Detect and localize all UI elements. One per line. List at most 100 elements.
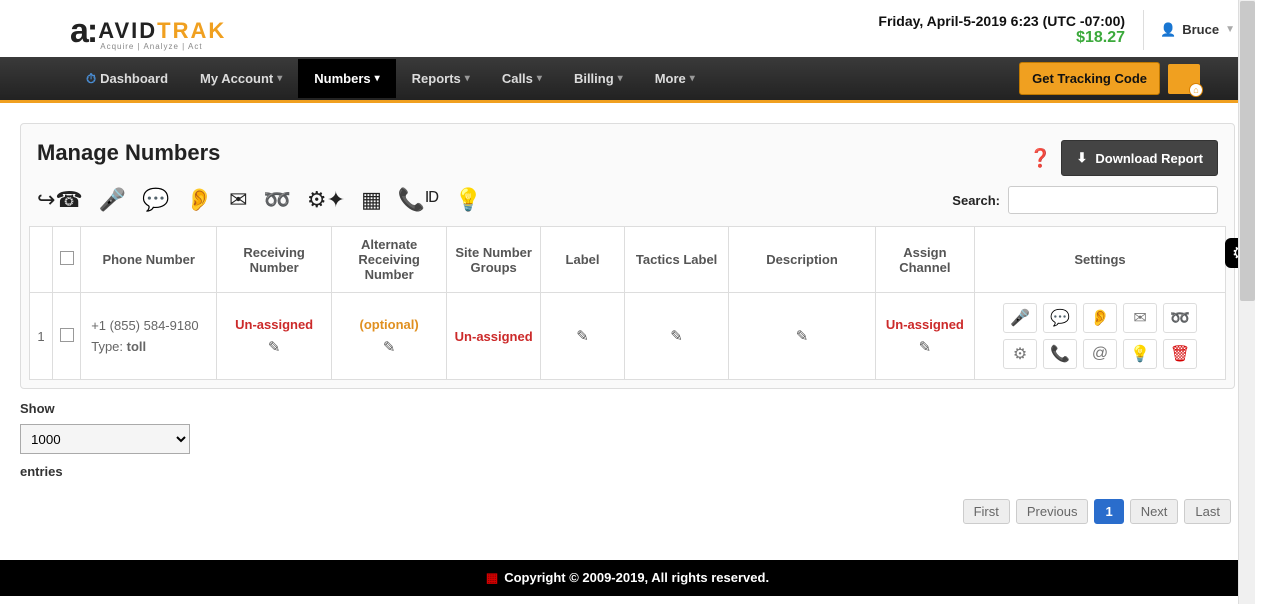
setting-envelope[interactable]: ✉ [1123, 303, 1157, 333]
toolbar: ↪☎ 🎤 💬 👂 ✉ ➿ ⚙✦ ▦ 📞ᴵᴰ 💡 [37, 187, 482, 213]
chevron-down-icon: ▾ [690, 73, 695, 84]
th-assign-channel[interactable]: Assign Channel [875, 227, 974, 293]
th-alternate[interactable]: Alternate Receiving Number [332, 227, 447, 293]
chat-icon[interactable]: 💬 [142, 187, 169, 213]
nav-label: My Account [200, 71, 273, 86]
row-checkbox[interactable] [60, 328, 74, 342]
cell-alternate[interactable]: (optional) ✎ [332, 293, 447, 380]
dashboard-icon: ⏱ [86, 71, 96, 87]
nav-label: Calls [502, 71, 533, 86]
help-icon[interactable]: ❓ [1029, 148, 1051, 169]
chevron-down-icon: ▾ [618, 73, 623, 84]
setting-chat[interactable]: 💬 [1043, 303, 1077, 333]
microphone-icon[interactable]: 🎤 [99, 187, 126, 213]
nav-billing[interactable]: Billing ▾ [558, 59, 639, 98]
get-tracking-code-button[interactable]: Get Tracking Code [1019, 62, 1160, 95]
th-site-groups[interactable]: Site Number Groups [447, 227, 541, 293]
grid-icon[interactable]: ▦ [361, 187, 382, 213]
setting-bulb[interactable]: 💡 [1123, 339, 1157, 369]
chevron-down-icon: ▼ [1225, 24, 1235, 35]
home-button[interactable]: ⌂ [1168, 64, 1200, 94]
chevron-down-icon: ▾ [537, 73, 542, 84]
search-input[interactable] [1008, 186, 1218, 214]
th-tactics[interactable]: Tactics Label [624, 227, 729, 293]
page-next[interactable]: Next [1130, 499, 1179, 524]
table-row: 1 +1 (855) 584-9180 Type: toll Un-assign… [30, 293, 1226, 380]
nav-calls[interactable]: Calls ▾ [486, 59, 558, 98]
setting-caller-id[interactable]: 📞 [1043, 339, 1077, 369]
logo-avid: AVID [98, 18, 157, 43]
setting-gears[interactable]: ⚙ [1003, 339, 1037, 369]
page-last[interactable]: Last [1184, 499, 1231, 524]
scrollbar-thumb[interactable] [1240, 1, 1255, 301]
nav-numbers[interactable]: Numbers ▾ [298, 59, 395, 98]
type-label: Type: [91, 339, 123, 354]
nav-label: Numbers [314, 71, 370, 86]
search-label: Search: [952, 193, 1000, 208]
page-title: Manage Numbers [37, 140, 220, 166]
scrollbar[interactable] [1238, 0, 1255, 604]
th-description[interactable]: Description [729, 227, 875, 293]
nav-label: Billing [574, 71, 614, 86]
footer-grid-icon: ▦ [486, 570, 498, 585]
download-icon: ⬇ [1076, 150, 1087, 166]
voicemail-icon[interactable]: ➿ [264, 187, 291, 213]
bulb-icon[interactable]: 💡 [455, 187, 482, 213]
logo[interactable]: a: AVIDTRAK Acquire | Analyze | Act [70, 8, 226, 51]
header: a: AVIDTRAK Acquire | Analyze | Act Frid… [0, 0, 1255, 57]
edit-icon[interactable]: ✎ [576, 328, 589, 345]
setting-voicemail[interactable]: ➿ [1163, 303, 1197, 333]
setting-delete[interactable]: 🗑 [1163, 339, 1197, 369]
edit-icon[interactable]: ✎ [882, 338, 968, 356]
footer: ▦Copyright © 2009-2019, All rights reser… [0, 560, 1255, 596]
edit-icon[interactable]: ✎ [338, 338, 440, 356]
logo-subtitle: Acquire | Analyze | Act [100, 42, 226, 51]
nav-label: Reports [412, 71, 461, 86]
envelope-icon[interactable]: ✉ [229, 187, 247, 213]
th-settings[interactable]: Settings [975, 227, 1226, 293]
nav-more[interactable]: More ▾ [639, 59, 711, 98]
chevron-down-icon: ▾ [465, 73, 470, 84]
cell-receiving[interactable]: Un-assigned ✎ [217, 293, 332, 380]
th-phone[interactable]: Phone Number [81, 227, 217, 293]
receiving-value: Un-assigned [235, 317, 313, 332]
header-datetime: Friday, April-5-2019 6:23 (UTC -07:00) [878, 13, 1125, 29]
manage-numbers-panel: Manage Numbers ❓ ⬇ Download Report ↪☎ 🎤 … [20, 123, 1235, 389]
download-label: Download Report [1095, 151, 1203, 166]
edit-icon[interactable]: ✎ [670, 328, 683, 345]
th-receiving[interactable]: Receiving Number [217, 227, 332, 293]
nav-label: Dashboard [100, 71, 168, 86]
page-first[interactable]: First [963, 499, 1010, 524]
cell-assign-channel[interactable]: Un-assigned ✎ [875, 293, 974, 380]
edit-icon[interactable]: ✎ [223, 338, 325, 356]
th-select [53, 227, 81, 293]
gears-icon[interactable]: ⚙✦ [307, 187, 345, 213]
call-forward-icon[interactable]: ↪☎ [37, 187, 83, 213]
user-menu[interactable]: 👤 Bruce ▼ [1143, 10, 1235, 50]
edit-icon[interactable]: ✎ [796, 328, 809, 345]
ear-icon[interactable]: 👂 [186, 187, 213, 213]
show-select[interactable]: 1000 [20, 424, 190, 454]
cell-description[interactable]: ✎ [729, 293, 875, 380]
download-report-button[interactable]: ⬇ Download Report [1061, 140, 1218, 176]
setting-ear[interactable]: 👂 [1083, 303, 1117, 333]
page-prev[interactable]: Previous [1016, 499, 1089, 524]
nav-my-account[interactable]: My Account ▾ [184, 59, 298, 98]
setting-microphone[interactable]: 🎤 [1003, 303, 1037, 333]
page-1[interactable]: 1 [1094, 499, 1123, 524]
th-label[interactable]: Label [541, 227, 625, 293]
select-all-checkbox[interactable] [60, 251, 74, 265]
cell-site-groups[interactable]: Un-assigned [447, 293, 541, 380]
caller-id-icon[interactable]: 📞ᴵᴰ [398, 187, 439, 213]
logo-mark: a: [70, 12, 96, 51]
th-index [30, 227, 53, 293]
cell-settings: 🎤 💬 👂 ✉ ➿ ⚙ 📞 @ 💡 🗑 [975, 293, 1226, 380]
phone-number: +1 (855) 584-9180 [91, 318, 198, 333]
nav-dashboard[interactable]: ⏱ Dashboard [70, 59, 184, 99]
cell-label[interactable]: ✎ [541, 293, 625, 380]
setting-at[interactable]: @ [1083, 339, 1117, 369]
main-nav: ⏱ Dashboard My Account ▾ Numbers ▾ Repor… [0, 57, 1255, 103]
cell-tactics[interactable]: ✎ [624, 293, 729, 380]
nav-reports[interactable]: Reports ▾ [396, 59, 486, 98]
user-icon: 👤 [1160, 22, 1176, 38]
